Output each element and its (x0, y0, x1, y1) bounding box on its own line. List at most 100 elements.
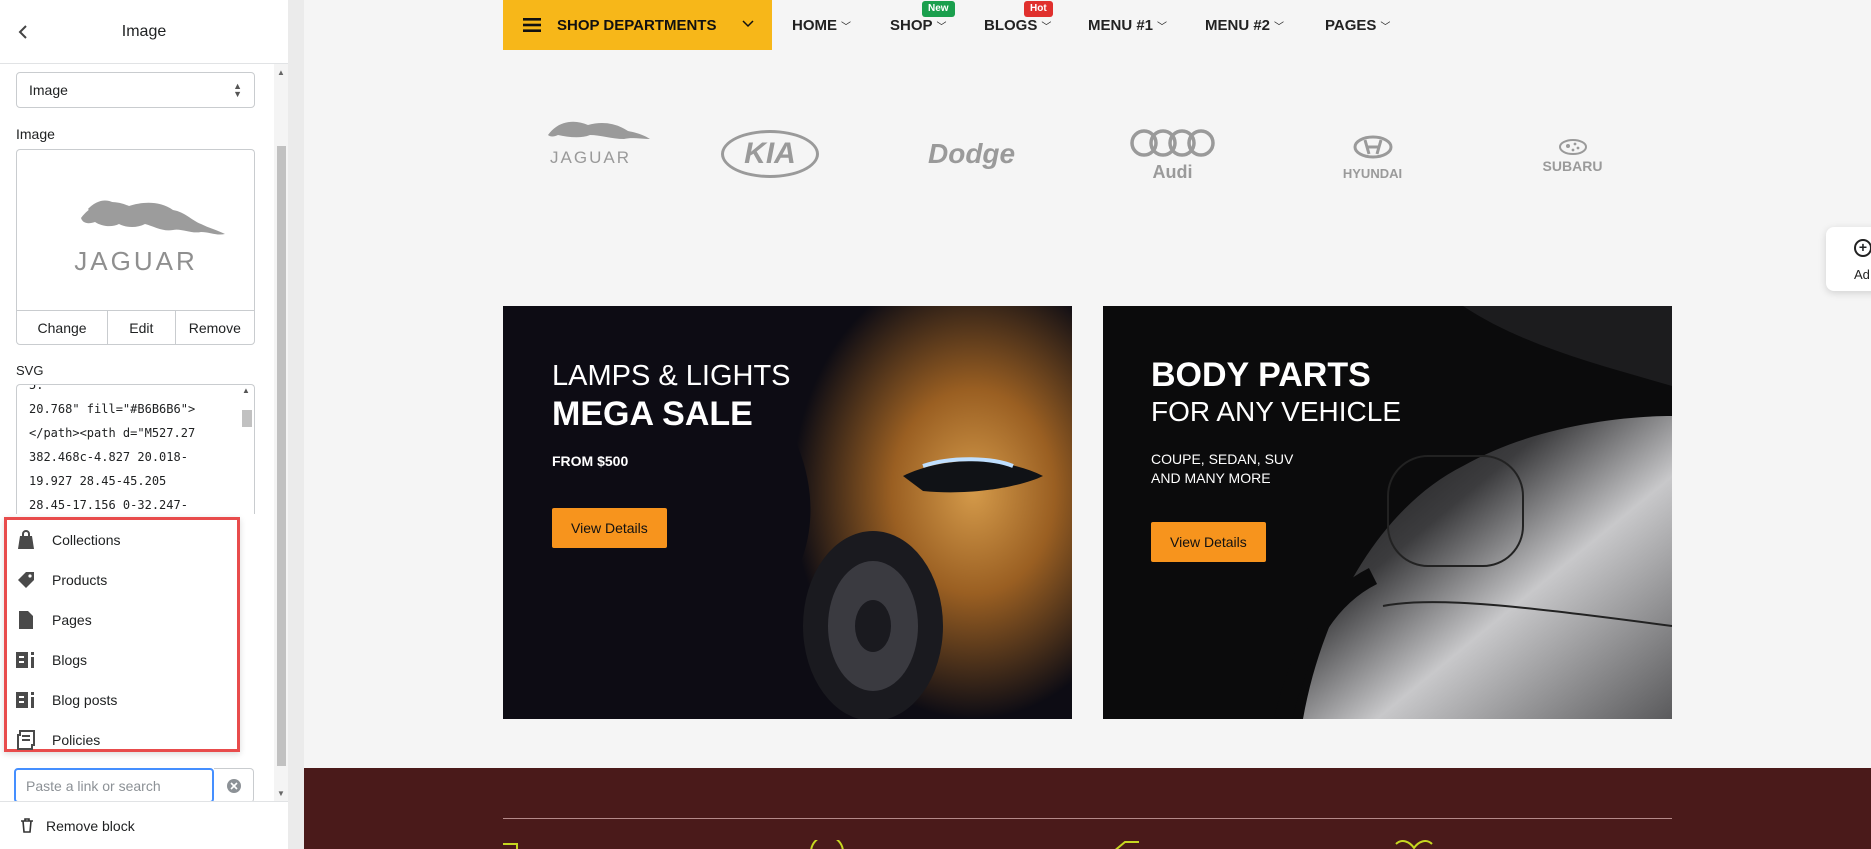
remove-image-button[interactable]: Remove (176, 311, 254, 344)
svg-code-textarea[interactable]: 5. 20.768" fill="#B6B6B6"> </path><path … (16, 384, 255, 514)
panel-scroll-thumb[interactable] (277, 146, 286, 766)
scroll-down-arrow-icon[interactable]: ▼ (277, 789, 285, 798)
link-search-input[interactable] (14, 768, 214, 801)
jaguar-cat-icon (548, 121, 650, 139)
hot-badge: Hot (1024, 1, 1053, 17)
chevron-down-icon: ﹀ (841, 21, 851, 33)
change-image-button[interactable]: Change (17, 311, 109, 344)
svg-textarea-scrollbar[interactable]: ▲ (240, 386, 252, 716)
dropdown-item-label: Policies (52, 732, 101, 748)
image-actions: Change Edit Remove (16, 310, 255, 345)
view-details-button[interactable]: View Details (1151, 522, 1266, 562)
subaru-stars-icon (1558, 139, 1587, 155)
brand-logo-kia[interactable]: KIA (721, 130, 819, 178)
scroll-up-icon[interactable]: ▲ (242, 386, 250, 395)
nav-item-shop[interactable]: SHOP ﹀ New (890, 0, 955, 50)
nav-item-menu-1[interactable]: MENU #1 ﹀ (1088, 0, 1167, 50)
back-button[interactable] (12, 20, 36, 44)
tag-outline-icon (1115, 841, 1139, 849)
hamburger-icon (523, 17, 541, 33)
banner-subtext-line1: COUPE, SEDAN, SUV (1151, 451, 1294, 467)
new-badge: New (922, 1, 955, 17)
banner-heading-line1: LAMPS & LIGHTS (552, 360, 791, 392)
view-details-button[interactable]: View Details (552, 508, 667, 548)
svg-code-line: 5. (29, 384, 44, 392)
add-section-label: Ad (1854, 267, 1870, 282)
dropdown-item-products[interactable]: Products (7, 560, 237, 600)
hyundai-h-icon (1353, 135, 1392, 159)
scroll-up-arrow-icon[interactable]: ▲ (277, 68, 285, 77)
plus-circle-icon: + (1854, 239, 1871, 257)
dropdown-item-label: Collections (52, 532, 121, 548)
banner-subtext: FROM $500 (552, 453, 629, 469)
gift-icon (1395, 840, 1433, 849)
clear-icon (226, 778, 241, 793)
nav-item-home[interactable]: HOME ﹀ (792, 0, 851, 50)
panel-footer: Remove block (0, 801, 288, 849)
nav-item-blogs[interactable]: BLOGS ﹀ Hot (984, 0, 1053, 50)
chevron-down-icon: ﹀ (1274, 21, 1285, 33)
svg-code-line: 28.45-17.156 0-32.247- (29, 498, 188, 512)
brand-logo-subaru[interactable]: SUBARU (1530, 139, 1615, 174)
policy-icon (15, 729, 37, 751)
banner-heading-line1: BODY PARTS (1151, 356, 1371, 394)
add-section-button[interactable]: + Ad (1826, 227, 1871, 291)
svg-code-line: </path><path d="M527.27 (29, 426, 196, 440)
brand-name: JAGUAR (550, 148, 631, 167)
brand-logo-hyundai[interactable]: HYUNDAI (1330, 135, 1415, 181)
svg-label: SVG (16, 363, 44, 378)
chevron-down-icon: ﹀ (1041, 21, 1052, 33)
trash-icon (20, 818, 34, 833)
shop-departments-button[interactable]: SHOP DEPARTMENTS (503, 0, 772, 50)
panel-body: Image ▲ ▼ Image JAGUAR Change Edit Remove… (0, 64, 288, 801)
select-updown-icon: ▲ ▼ (233, 81, 242, 99)
nav-label: PAGES (1325, 16, 1377, 34)
clear-button[interactable] (214, 768, 254, 801)
dropdown-item-blogs[interactable]: Blogs (7, 640, 237, 680)
dropdown-item-blog-posts[interactable]: Blog posts (7, 680, 237, 720)
promo-banner-lamps[interactable]: LAMPS & LIGHTS MEGA SALE FROM $500 View … (503, 306, 1072, 719)
brand-logo-jaguar[interactable]: JAGUAR (528, 113, 653, 168)
panel-title: Image (121, 22, 167, 40)
nav-item-menu-2[interactable]: MENU #2 ﹀ (1205, 0, 1284, 50)
storefront-preview: SHOP DEPARTMENTS HOME ﹀ SHOP ﹀ New BLOGS ﹀ … (304, 0, 1871, 849)
dropdown-item-label: Blogs (52, 652, 88, 668)
dropdown-item-pages[interactable]: Pages (7, 600, 237, 640)
panel-scrollbar[interactable]: ▲ ▼ (274, 64, 288, 801)
image-label: Image (16, 126, 55, 142)
image-preview: JAGUAR (16, 149, 255, 310)
dropdown-item-collections[interactable]: Collections (7, 520, 237, 560)
audi-rings-icon (1130, 129, 1215, 157)
nav-label: BLOGS (984, 16, 1038, 34)
dropdown-item-policies[interactable]: Policies (7, 720, 237, 760)
footer-divider (503, 818, 1672, 819)
promo-banner-body-parts[interactable]: BODY PARTS FOR ANY VEHICLE COUPE, SEDAN,… (1103, 306, 1672, 719)
chevron-down-icon: ﹀ (1380, 21, 1391, 33)
scroll-thumb[interactable] (242, 410, 252, 427)
remove-block-button[interactable]: Remove block (20, 818, 135, 834)
svg-code-line: 20.768" fill="#B6B6B6"> (29, 402, 196, 416)
brand-logo-audi[interactable]: Audi (1130, 127, 1215, 183)
settings-panel: Image Image ▲ ▼ Image JAGUAR Change Edit … (0, 0, 288, 849)
collections-icon (15, 529, 37, 551)
banner-subtext-line2: AND MANY MORE (1151, 470, 1271, 486)
brand-logos-row: JAGUAR KIA Dodge Audi HYUNDAI SUBARU (503, 105, 1602, 205)
nav-label: MENU #2 (1205, 16, 1271, 34)
nav-item-pages[interactable]: PAGES ﹀ (1325, 0, 1390, 50)
dropdown-item-label: Blog posts (52, 692, 118, 708)
nav-label: HOME (792, 16, 837, 34)
banner-heading-line2: FOR ANY VEHICLE (1151, 396, 1402, 427)
link-suggestions-dropdown: Collections Products Pages Blogs Blog po… (4, 517, 240, 752)
chevron-down-icon (742, 17, 754, 31)
type-select[interactable]: Image ▲ ▼ (16, 72, 255, 108)
edit-image-button[interactable]: Edit (108, 311, 176, 344)
blog-icon (15, 649, 37, 671)
svg-text:JAGUAR: JAGUAR (74, 246, 197, 276)
chevron-down-icon: ﹀ (1157, 21, 1168, 33)
shop-departments-label: SHOP DEPARTMENTS (557, 16, 717, 34)
chevron-down-icon: ﹀ (936, 21, 947, 33)
nav-label: MENU #1 (1088, 16, 1154, 34)
brand-logo-dodge[interactable]: Dodge (928, 138, 1015, 170)
main-navigation: SHOP DEPARTMENTS HOME ﹀ SHOP ﹀ New BLOGS ﹀ … (304, 0, 1871, 50)
svg-code-line: 382.468c-4.827 20.018- (29, 450, 188, 464)
